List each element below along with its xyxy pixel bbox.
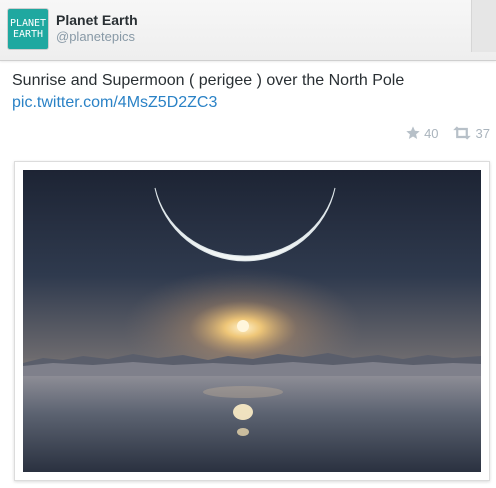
- retweet-count: 37: [475, 125, 490, 141]
- user-handle[interactable]: @planetepics: [56, 29, 135, 44]
- avatar-text-line2: EARTH: [12, 29, 44, 40]
- avatar-text-line1: PLANET: [9, 18, 47, 29]
- star-icon: [406, 126, 420, 139]
- favorite-button[interactable]: 40: [405, 125, 439, 141]
- user-display-name[interactable]: Planet Earth: [56, 12, 138, 28]
- north-pole-supermoon-photo: [23, 170, 481, 472]
- media-frame[interactable]: [14, 161, 490, 481]
- retweet-icon: [452, 126, 471, 140]
- retweet-button[interactable]: 37: [451, 125, 490, 141]
- avatar[interactable]: PLANET EARTH: [7, 8, 49, 50]
- tweet-text: Sunrise and Supermoon ( perigee ) over t…: [12, 72, 405, 89]
- tweet-photo[interactable]: [23, 170, 481, 472]
- tweet-media-link[interactable]: pic.twitter.com/4MsZ5D2ZC3: [12, 92, 217, 114]
- favorite-count: 40: [424, 125, 439, 141]
- tweet-actions: 40 37: [393, 124, 490, 142]
- tweet-header: PLANET EARTH Planet Earth @planetepics: [0, 0, 496, 61]
- header-corner-button[interactable]: [471, 0, 496, 52]
